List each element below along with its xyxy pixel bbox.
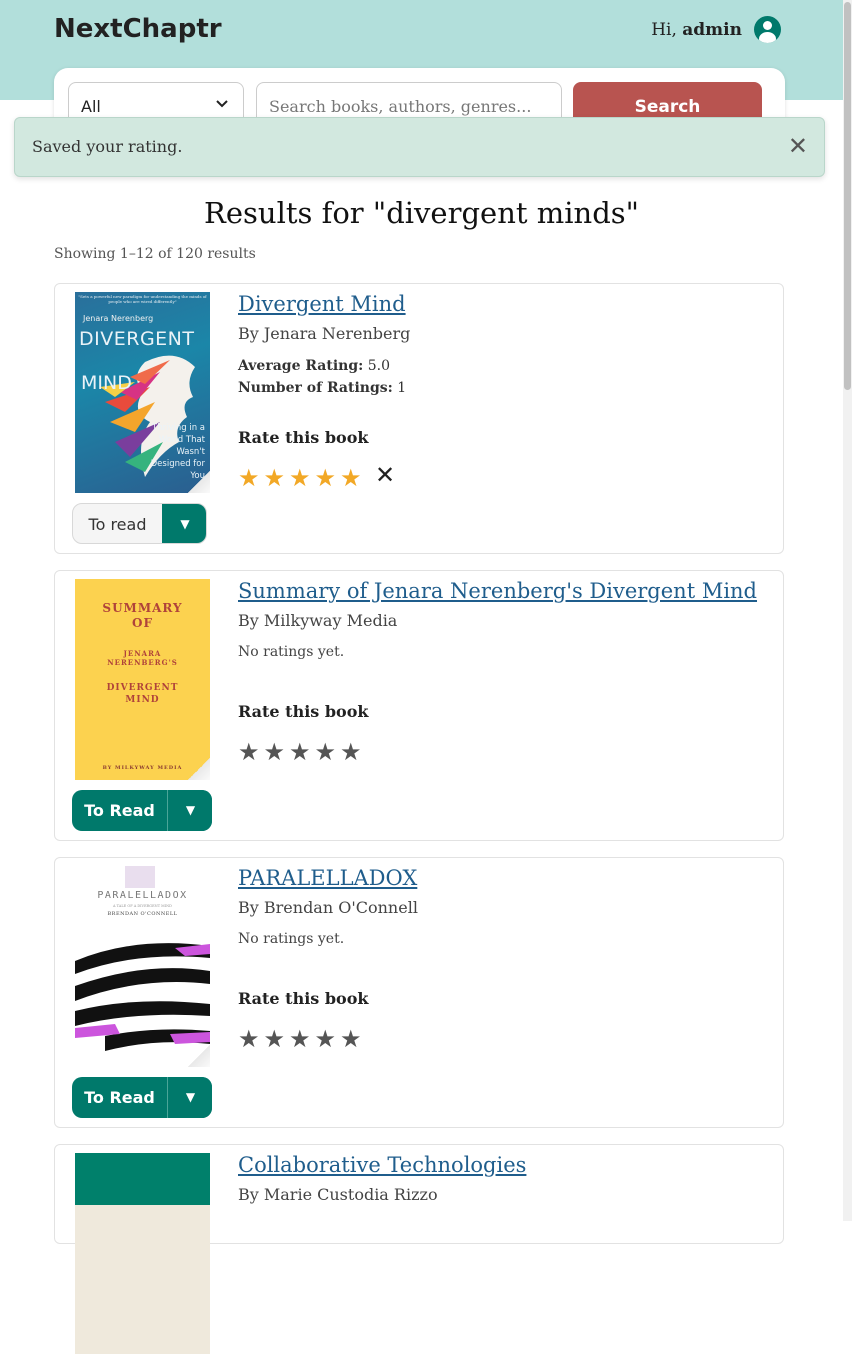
- star-icon[interactable]: ★: [315, 738, 341, 766]
- close-icon[interactable]: ✕: [788, 132, 808, 160]
- book-cover-collaborative-technologies[interactable]: [75, 1153, 210, 1354]
- star-rating[interactable]: ★★★★★: [238, 738, 366, 766]
- page-curl: [188, 758, 210, 780]
- book-title-link[interactable]: Divergent Mind: [238, 292, 406, 316]
- shelf-dropdown-caret-icon[interactable]: ▼: [167, 1077, 212, 1118]
- star-icon[interactable]: ★: [264, 1025, 290, 1053]
- results-count: Showing 1–12 of 120 results: [54, 246, 256, 262]
- greeting-prefix: Hi,: [651, 20, 677, 40]
- star-icon[interactable]: ★: [289, 1025, 315, 1053]
- book-title-link[interactable]: Collaborative Technologies: [238, 1153, 526, 1177]
- shelf-dropdown-caret-icon[interactable]: ▼: [162, 504, 206, 543]
- rate-this-book-label: Rate this book: [238, 428, 369, 447]
- no-ratings-text: No ratings yet.: [238, 931, 345, 947]
- star-icon[interactable]: ★: [264, 464, 290, 492]
- book-cover-divergent-mind[interactable]: "Sets a powerful new paradigm for unders…: [75, 292, 210, 493]
- star-icon[interactable]: ★: [238, 1025, 264, 1053]
- book-card: Collaborative Technologies By Marie Cust…: [54, 1144, 784, 1354]
- cover-line4: NERENBERG'S: [107, 658, 178, 667]
- rating-saved-toast: Saved your rating. ✕: [14, 117, 825, 177]
- star-icon[interactable]: ★: [340, 1025, 366, 1053]
- star-icon[interactable]: ★: [238, 464, 264, 492]
- page-scrollbar[interactable]: [843, 0, 852, 1221]
- cover-line2: OF: [132, 616, 153, 630]
- star-icon[interactable]: ★: [340, 738, 366, 766]
- user-greeting: Hi, admin: [651, 20, 742, 40]
- cover-line5: DIVERGENT: [106, 683, 179, 693]
- book-card: PARALELLADOX A TALE OF A DIVERGENT MIND …: [54, 857, 784, 1128]
- rate-this-book-label: Rate this book: [238, 702, 369, 721]
- book-author: By Marie Custodia Rizzo: [238, 1185, 438, 1204]
- cover-title-line2: MIND: [81, 372, 132, 394]
- average-rating-value: 5.0: [367, 358, 391, 374]
- results-title: Results for "divergent minds": [204, 196, 639, 230]
- book-author: By Milkyway Media: [238, 611, 398, 630]
- category-select-value: All: [81, 97, 101, 116]
- shelf-button[interactable]: To read ▼: [72, 503, 207, 544]
- shelf-button-label[interactable]: To Read: [72, 1077, 167, 1118]
- book-title-link[interactable]: Summary of Jenara Nerenberg's Divergent …: [238, 579, 757, 603]
- shelf-button[interactable]: To Read ▼: [72, 790, 212, 831]
- chevron-down-icon: [215, 97, 229, 115]
- page-curl: [188, 1045, 210, 1067]
- star-icon[interactable]: ★: [289, 738, 315, 766]
- star-icon[interactable]: ★: [315, 464, 341, 492]
- book-title-link[interactable]: PARALELLADOX: [238, 866, 417, 890]
- cover-line3: JENARA: [123, 649, 162, 658]
- brand-logo[interactable]: NextChaptr: [54, 14, 222, 44]
- star-icon[interactable]: ★: [340, 464, 366, 492]
- star-icon[interactable]: ★: [238, 738, 264, 766]
- book-card: "Sets a powerful new paradigm for unders…: [54, 283, 784, 554]
- star-icon[interactable]: ★: [264, 738, 290, 766]
- book-author: By Brendan O'Connell: [238, 898, 418, 917]
- cover-line1: SUMMARY: [102, 601, 183, 615]
- cover-author: Jenara Nerenberg: [83, 314, 154, 323]
- scrollbar-thumb[interactable]: [844, 2, 851, 390]
- book-cover-paralelladox[interactable]: PARALELLADOX A TALE OF A DIVERGENT MIND …: [75, 866, 210, 1067]
- average-rating: Average Rating: 5.0: [238, 358, 390, 374]
- average-rating-label: Average Rating:: [238, 358, 364, 374]
- shelf-button[interactable]: To Read ▼: [72, 1077, 212, 1118]
- star-rating[interactable]: ★★★★★: [238, 464, 366, 492]
- book-cover-summary[interactable]: SUMMARY OF JENARA NERENBERG'S DIVERGENT …: [75, 579, 210, 780]
- star-rating[interactable]: ★★★★★: [238, 1025, 366, 1053]
- number-of-ratings: Number of Ratings: 1: [238, 380, 406, 396]
- book-card: SUMMARY OF JENARA NERENBERG'S DIVERGENT …: [54, 570, 784, 841]
- toast-message: Saved your rating.: [32, 137, 183, 156]
- number-of-ratings-value: 1: [397, 380, 407, 396]
- cover-line6: MIND: [125, 695, 160, 705]
- number-of-ratings-label: Number of Ratings:: [238, 380, 393, 396]
- star-icon[interactable]: ★: [315, 1025, 341, 1053]
- cover-title-line1: DIVERGENT: [79, 328, 195, 350]
- shelf-button-label[interactable]: To read: [73, 504, 162, 543]
- shelf-button-label[interactable]: To Read: [72, 790, 167, 831]
- clear-rating-icon[interactable]: ✕: [375, 461, 395, 489]
- page-curl: [188, 471, 210, 493]
- user-avatar-icon[interactable]: [754, 16, 781, 43]
- no-ratings-text: No ratings yet.: [238, 644, 345, 660]
- username: admin: [682, 20, 742, 40]
- book-author: By Jenara Nerenberg: [238, 324, 411, 343]
- rate-this-book-label: Rate this book: [238, 989, 369, 1008]
- shelf-dropdown-caret-icon[interactable]: ▼: [167, 790, 212, 831]
- star-icon[interactable]: ★: [289, 464, 315, 492]
- cover-blurb: "Sets a powerful new paradigm for unders…: [78, 294, 207, 304]
